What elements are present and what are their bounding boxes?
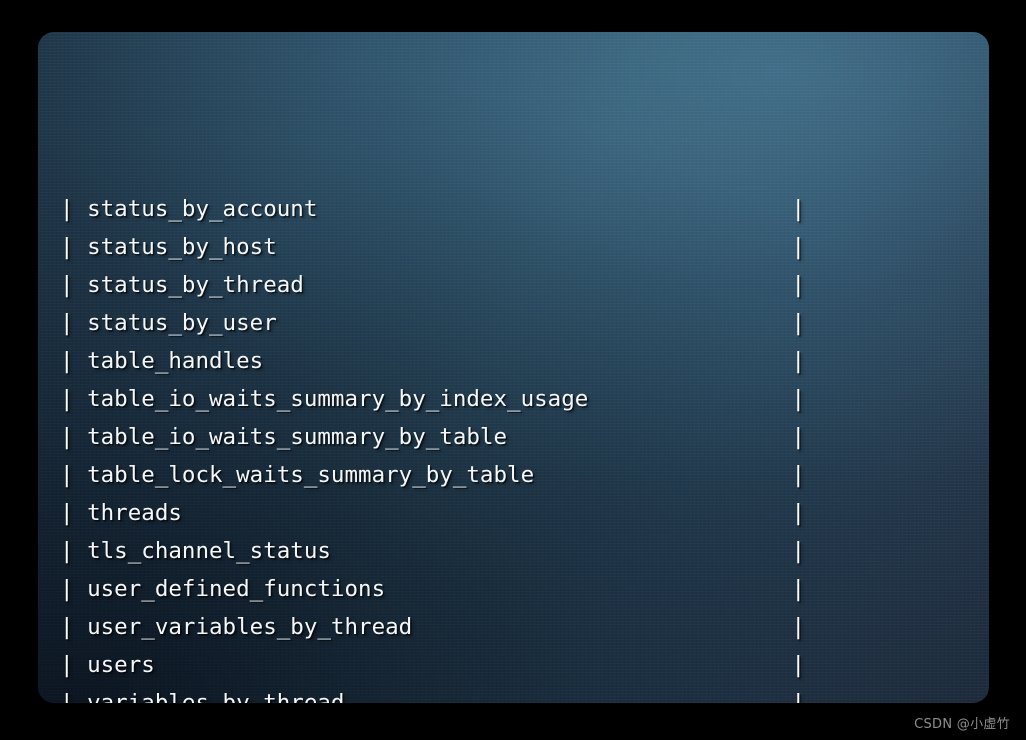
row-value: table_io_waits_summary_by_table — [87, 424, 508, 450]
row-right-border: | — [791, 272, 806, 298]
row-left-border: | — [60, 462, 88, 488]
row-left-border: | — [60, 272, 88, 298]
terminal-output[interactable]: | status_by_account | | status_by_host | |… — [60, 32, 989, 703]
row-value: status_by_user — [87, 310, 277, 336]
row-padding — [412, 614, 791, 640]
row-value: status_by_account — [87, 196, 318, 222]
row-value: status_by_thread — [87, 272, 304, 298]
row-value: users — [87, 652, 155, 678]
row-right-border: | — [791, 538, 806, 564]
row-value: table_lock_waits_summary_by_table — [87, 462, 535, 488]
row-padding — [534, 462, 791, 488]
row-value: threads — [87, 500, 182, 526]
table-row: | status_by_host | — [60, 228, 989, 266]
row-padding — [507, 424, 791, 450]
output-top-spacer — [60, 108, 989, 114]
row-padding — [277, 310, 792, 336]
table-row: | status_by_thread | — [60, 266, 989, 304]
table-row: | users | — [60, 646, 989, 684]
row-value: table_io_waits_summary_by_index_usage — [87, 386, 589, 412]
row-padding — [385, 576, 791, 602]
row-value: user_defined_functions — [87, 576, 386, 602]
table-row: | status_by_account | — [60, 190, 989, 228]
row-right-border: | — [791, 386, 806, 412]
row-value: status_by_host — [87, 234, 277, 260]
row-left-border: | — [60, 500, 88, 526]
table-row: | table_handles | — [60, 342, 989, 380]
row-right-border: | — [791, 500, 806, 526]
row-right-border: | — [791, 576, 806, 602]
row-left-border: | — [60, 690, 88, 703]
row-padding — [588, 386, 791, 412]
row-padding — [331, 538, 792, 564]
table-rows-container: | status_by_account | | status_by_host | |… — [60, 190, 989, 703]
table-row: | table_io_waits_summary_by_table | — [60, 418, 989, 456]
row-right-border: | — [791, 652, 806, 678]
row-left-border: | — [60, 310, 88, 336]
row-right-border: | — [791, 424, 806, 450]
watermark-label: CSDN @小虚竹 — [914, 717, 1010, 732]
row-right-border: | — [791, 462, 806, 488]
row-left-border: | — [60, 348, 88, 374]
table-row: | table_lock_waits_summary_by_table | — [60, 456, 989, 494]
row-value: user_variables_by_thread — [87, 614, 413, 640]
row-right-border: | — [791, 310, 806, 336]
terminal-panel[interactable]: | status_by_account | | status_by_host | |… — [38, 32, 989, 703]
row-right-border: | — [791, 348, 806, 374]
row-value: variables_by_thread — [87, 690, 345, 703]
table-row: | user_variables_by_thread | — [60, 608, 989, 646]
row-padding — [155, 652, 792, 678]
row-left-border: | — [60, 196, 88, 222]
table-row: | table_io_waits_summary_by_index_usage … — [60, 380, 989, 418]
row-padding — [304, 272, 792, 298]
row-right-border: | — [791, 196, 806, 222]
row-left-border: | — [60, 614, 88, 640]
table-row: | threads | — [60, 494, 989, 532]
row-right-border: | — [791, 614, 806, 640]
row-left-border: | — [60, 234, 88, 260]
row-padding — [277, 234, 792, 260]
row-padding — [317, 196, 791, 222]
screenshot-root: | status_by_account | | status_by_host | |… — [0, 0, 1026, 740]
row-right-border: | — [791, 234, 806, 260]
table-row: | user_defined_functions | — [60, 570, 989, 608]
row-left-border: | — [60, 424, 88, 450]
row-value: tls_channel_status — [87, 538, 331, 564]
row-left-border: | — [60, 538, 88, 564]
row-padding — [344, 690, 791, 703]
row-padding — [263, 348, 791, 374]
row-left-border: | — [60, 576, 88, 602]
table-row: | tls_channel_status | — [60, 532, 989, 570]
row-padding — [182, 500, 792, 526]
row-left-border: | — [60, 386, 88, 412]
table-row: | status_by_user | — [60, 304, 989, 342]
table-row: | variables_by_thread | — [60, 684, 989, 703]
row-left-border: | — [60, 652, 88, 678]
row-right-border: | — [791, 690, 806, 703]
row-value: table_handles — [87, 348, 264, 374]
